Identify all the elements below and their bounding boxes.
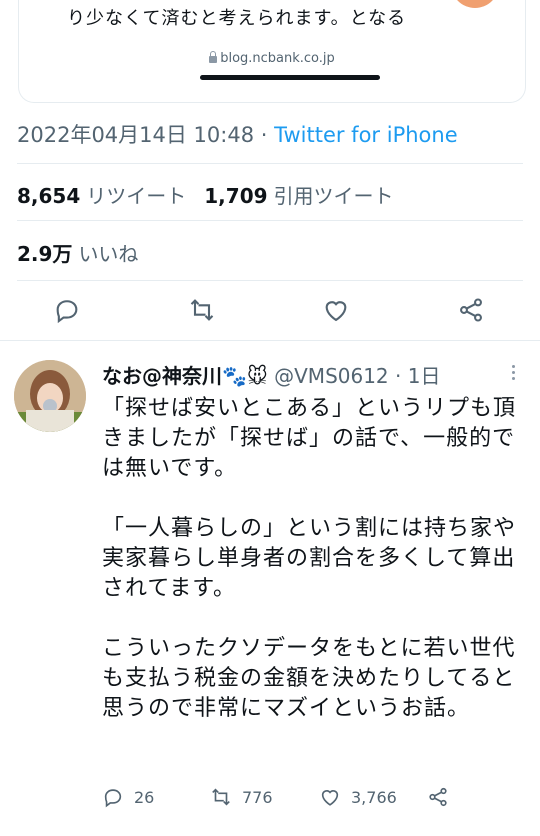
retweet-button[interactable] — [188, 296, 218, 326]
card-domain-text: blog.ncbank.co.jp — [220, 51, 335, 66]
divider — [17, 163, 523, 164]
card-snippet: り少なくて済むと考えられます。となる — [67, 8, 407, 29]
divider — [17, 220, 523, 221]
reply-icon — [56, 300, 78, 324]
reply-like-button[interactable]: 3,766 — [319, 786, 397, 808]
retweet-label: リツイート — [86, 184, 187, 208]
link-preview-card[interactable]: り少なくて済むと考えられます。となる blog.ncbank.co.jp — [18, 0, 526, 103]
reply-retweet-count: 776 — [242, 787, 273, 807]
reply-like-count: 3,766 — [351, 787, 397, 807]
reply-paragraph: こういったクソデータをもとに若い世代も支払う税金の金額を決めたりしてると思うので… — [102, 636, 516, 721]
retweet-stat[interactable]: 8,654 リツイート — [17, 184, 204, 208]
reply-paragraph: 「一人暮らしの」という割には持ち家や実家暮らし単身者の割合を多くして算出されてま… — [102, 516, 517, 601]
reply-retweet-button[interactable]: 776 — [210, 786, 273, 808]
retweet-icon — [212, 788, 230, 806]
divider — [0, 340, 540, 341]
retweet-count: 8,654 — [17, 184, 81, 208]
share-button[interactable] — [457, 296, 487, 326]
reply-header: なお@神奈川🐾🐭 @VMS0612 · 1日 — [102, 360, 440, 389]
quote-stat[interactable]: 1,709 引用ツイート — [204, 184, 411, 208]
quote-label: 引用ツイート — [273, 184, 394, 208]
reply-paragraph: 「探せば安いとこある」というリプも頂きましたが「探せば」の話で、一般的では無いで… — [102, 396, 517, 481]
display-name[interactable]: なお@神奈川🐾🐭 — [102, 364, 268, 388]
share-icon — [429, 787, 447, 807]
like-count: 2.9万 — [17, 242, 73, 266]
quote-count: 1,709 — [204, 184, 268, 208]
card-thumbnail — [451, 0, 499, 8]
tweet-timestamp: 2022年04月14日 10:48 · Twitter for iPhone — [17, 119, 458, 149]
engagement-stats: 8,654 リツイート 1,709 引用ツイート — [17, 180, 412, 209]
separator: · — [254, 123, 275, 147]
reply-body: 「探せば安いとこある」というリプも頂きましたが「探せば」の話で、一般的では無いで… — [102, 394, 522, 754]
reply-reply-button[interactable]: 26 — [102, 786, 154, 808]
divider — [17, 280, 523, 281]
avatar-image — [14, 360, 86, 432]
reply-button[interactable] — [53, 296, 83, 326]
reply-count: 26 — [134, 787, 155, 807]
tweet-source-link[interactable]: Twitter for iPhone — [274, 123, 458, 147]
reply-age[interactable]: 1日 — [408, 364, 441, 388]
user-handle[interactable]: @VMS0612 — [274, 364, 389, 388]
tweet-action-bar — [0, 296, 540, 330]
reply-action-bar: 26 776 3,766 — [100, 786, 520, 814]
retweet-icon — [190, 299, 214, 321]
likes-stat[interactable]: 2.9万 いいね — [17, 238, 156, 267]
timestamp-text[interactable]: 2022年04月14日 10:48 — [17, 123, 254, 147]
reply-icon — [104, 789, 122, 808]
like-icon — [325, 301, 347, 322]
like-label: いいね — [78, 242, 139, 266]
avatar[interactable] — [14, 360, 86, 432]
separator: · — [388, 364, 408, 388]
more-options-icon[interactable] — [512, 365, 516, 381]
like-button[interactable] — [322, 296, 352, 326]
like-icon — [321, 790, 339, 806]
card-domain: blog.ncbank.co.jp — [19, 51, 525, 66]
lock-icon — [209, 51, 218, 63]
share-icon — [460, 298, 482, 322]
home-indicator — [200, 75, 380, 80]
reply-share-button[interactable] — [427, 786, 449, 808]
